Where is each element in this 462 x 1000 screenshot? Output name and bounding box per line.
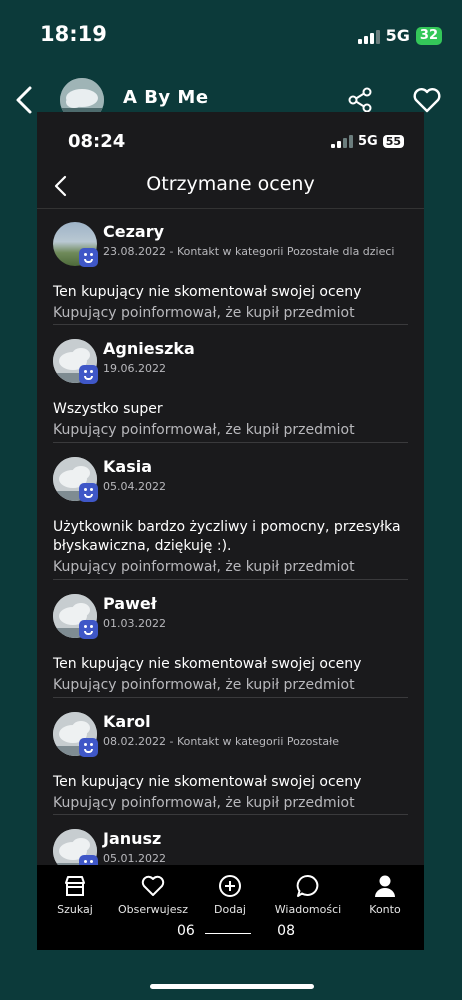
review-meta: 01.03.2022 xyxy=(103,617,166,630)
tab-dodaj[interactable]: Dodaj xyxy=(190,873,270,916)
inner-status-bar: 08:24 5G 55 xyxy=(37,112,424,158)
inner-status-time: 08:24 xyxy=(68,131,126,152)
shop-icon xyxy=(65,876,85,896)
video-scrubber[interactable]: 06 08 xyxy=(163,923,313,941)
review-item[interactable]: Agnieszka 19.06.2022 Wszystko super Kupu… xyxy=(53,325,408,443)
signal-icon xyxy=(357,28,380,44)
tab-label: Dodaj xyxy=(214,903,246,916)
profile-title: A By Me xyxy=(123,87,209,108)
reviewer-name: Paweł xyxy=(103,594,157,613)
reviewer-name: Karol xyxy=(103,712,151,731)
tab-bar: Szukaj Obserwujesz Dodaj Wiadomości Kont… xyxy=(37,865,424,950)
status-indicators: 5G 32 xyxy=(357,26,442,45)
review-meta: 05.01.2022 xyxy=(103,852,166,865)
review-item[interactable]: Kasia 05.04.2022 Użytkownik bardzo życzl… xyxy=(53,443,408,580)
nav-bar: Otrzymane oceny xyxy=(37,164,424,209)
reviews-list: Cezary 23.08.2022 - Kontakt w kategorii … xyxy=(53,208,408,885)
review-info: Kupujący poinformował, że kupił przedmio… xyxy=(53,795,355,811)
outer-status-bar: 18:19 5G 32 xyxy=(0,0,462,70)
review-comment: Ten kupujący nie skomentował swojej ocen… xyxy=(53,774,362,790)
review-meta: 19.06.2022 xyxy=(103,362,166,375)
tab-label: Wiadomości xyxy=(274,903,342,916)
review-item[interactable]: Paweł 01.03.2022 Ten kupujący nie skomen… xyxy=(53,580,408,698)
smiley-badge-icon xyxy=(79,620,98,639)
review-info: Kupujący poinformował, że kupił przedmio… xyxy=(53,559,355,575)
tab-obserwujesz[interactable]: Obserwujesz xyxy=(113,873,193,916)
tab-label: Obserwujesz xyxy=(118,903,188,916)
favorite-button[interactable] xyxy=(412,86,442,114)
tab-konto[interactable]: Konto xyxy=(345,873,424,916)
status-time: 18:19 xyxy=(40,22,107,46)
network-label: 5G xyxy=(385,26,410,45)
home-indicator[interactable] xyxy=(150,984,314,989)
reviewer-name: Agnieszka xyxy=(103,339,195,358)
reviewer-name: Cezary xyxy=(103,222,165,241)
share-button[interactable] xyxy=(346,86,374,114)
review-meta: 08.02.2022 - Kontakt w kategorii Pozosta… xyxy=(103,735,340,748)
heart-icon xyxy=(141,875,165,896)
person-icon xyxy=(375,875,395,897)
review-info: Kupujący poinformował, że kupił przedmio… xyxy=(53,305,355,321)
battery-badge: 32 xyxy=(415,26,442,45)
scrubber-line xyxy=(205,933,251,934)
review-comment: Wszystko super xyxy=(53,401,163,417)
signal-icon xyxy=(330,135,353,148)
smiley-badge-icon xyxy=(79,483,98,502)
review-comment: Ten kupujący nie skomentował swojej ocen… xyxy=(53,284,362,300)
reviewer-name: Kasia xyxy=(103,457,152,476)
inner-network-label: 5G xyxy=(357,134,378,149)
share-icon xyxy=(348,87,372,113)
tab-wiadomosci[interactable]: Wiadomości xyxy=(268,873,348,916)
smiley-badge-icon xyxy=(79,365,98,384)
chat-icon xyxy=(296,874,319,897)
review-info: Kupujący poinformował, że kupił przedmio… xyxy=(53,422,355,438)
chevron-left-icon xyxy=(16,86,32,114)
tab-label: Szukaj xyxy=(57,903,93,916)
tab-szukaj[interactable]: Szukaj xyxy=(37,873,115,916)
review-meta: 23.08.2022 - Kontakt w kategorii Pozosta… xyxy=(103,245,395,258)
review-item[interactable]: Cezary 23.08.2022 - Kontakt w kategorii … xyxy=(53,208,408,325)
review-item[interactable]: Karol 08.02.2022 - Kontakt w kategorii P… xyxy=(53,698,408,815)
review-comment: Ten kupujący nie skomentował swojej ocen… xyxy=(53,656,362,672)
smiley-badge-icon xyxy=(79,248,98,267)
embedded-screenshot: 08:24 5G 55 Otrzymane oceny Cezary 23.08… xyxy=(37,112,424,950)
reviewer-name: Janusz xyxy=(103,829,162,848)
heart-icon xyxy=(413,88,441,113)
smiley-badge-icon xyxy=(79,738,98,757)
review-info: Kupujący poinformował, że kupił przedmio… xyxy=(53,677,355,693)
tab-label: Konto xyxy=(369,903,401,916)
review-comment: Użytkownik bardzo życzliwy i pomocny, pr… xyxy=(53,519,401,554)
back-button[interactable] xyxy=(10,84,38,116)
page-title: Otrzymane oceny xyxy=(146,173,315,195)
scrubber-end: 08 xyxy=(277,923,295,939)
inner-status-indicators: 5G 55 xyxy=(330,134,404,149)
inner-battery-badge: 55 xyxy=(382,135,404,148)
scrubber-start: 06 xyxy=(177,923,195,939)
plus-circle-icon xyxy=(219,875,241,897)
review-meta: 05.04.2022 xyxy=(103,480,166,493)
